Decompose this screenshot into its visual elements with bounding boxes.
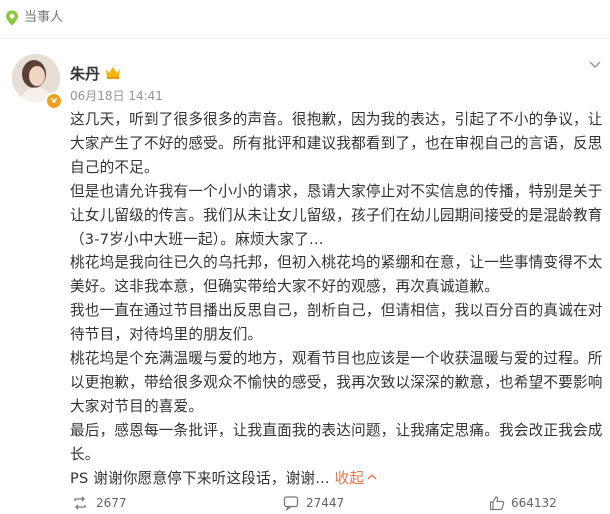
comment-count[interactable]: 27447 xyxy=(306,496,344,510)
verified-badge-icon: v xyxy=(45,92,63,110)
comment-icon[interactable] xyxy=(283,495,299,511)
post-paragraph: 这几天，听到了很多很多的声音。很抱歉，因为我的表达，引起了不小的争议，让大家产生… xyxy=(70,111,603,176)
divider xyxy=(0,38,610,39)
collapse-button[interactable]: 收起 xyxy=(335,470,379,487)
topic-label[interactable]: 当事人 xyxy=(24,10,63,26)
post-content: 这几天，听到了很多很多的声音。很抱歉，因为我的表达，引起了不小的争议，让大家产生… xyxy=(70,108,610,491)
post-paragraph-text: PS 谢谢你愿意停下来听这段话，谢谢... xyxy=(70,469,330,487)
topic-bar[interactable]: 当事人 xyxy=(0,0,610,36)
post-paragraph-last: PS 谢谢你愿意停下来听这段话，谢谢... 收起 xyxy=(70,467,610,491)
chevron-down-icon[interactable] xyxy=(588,58,602,72)
username[interactable]: 朱丹 xyxy=(70,63,100,84)
post-paragraph: 但是也请允许我有一个小小的请求，恳请大家停止对不实信息的传播，特别是关于让女儿留… xyxy=(70,182,603,248)
location-pin-icon xyxy=(6,10,18,26)
collapse-label[interactable]: 收起 xyxy=(335,470,365,487)
like-icon[interactable] xyxy=(489,495,505,511)
repost-count[interactable]: 2677 xyxy=(96,496,127,510)
chevron-up-icon[interactable] xyxy=(366,472,378,482)
repost-icon[interactable] xyxy=(72,495,88,511)
crown-icon xyxy=(106,67,120,79)
post-paragraph: 我也一直在通过节目播出反思自己，剖析自己，但请相信，我以百分百的真诚在对待节目，… xyxy=(70,302,603,344)
post-timestamp[interactable]: 06月18日 14:41 xyxy=(70,87,163,104)
action-bar: 2677 27447 664132 xyxy=(0,490,610,514)
like-count[interactable]: 664132 xyxy=(511,496,557,510)
post-paragraph: 最后，感恩每一条批评，让我直面我的表达问题，让我痛定思痛。我会改正我会成长。 xyxy=(70,421,603,463)
post-paragraph: 桃花坞是个充满温暖与爱的地方，观看节目也应该是一个收获温暖与爱的过程。所以更抱歉… xyxy=(70,350,603,415)
post-paragraph: 桃花坞是我向往已久的乌托邦，但初入桃花坞的紧绷和在意，让一些事情变得不太美好。这… xyxy=(70,254,603,296)
